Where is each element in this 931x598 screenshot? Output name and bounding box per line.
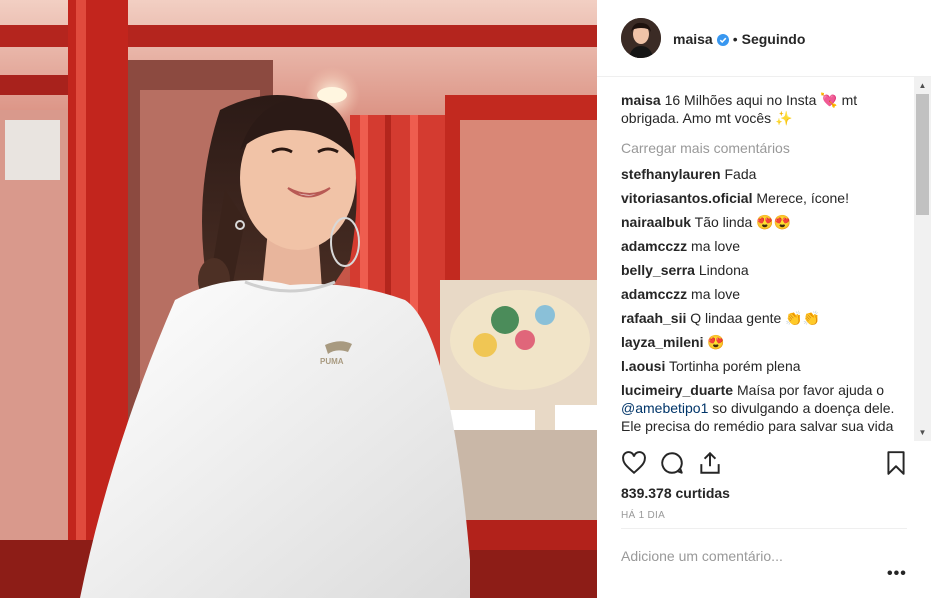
scroll-down-arrow-icon[interactable]: ▼ [914,424,931,441]
instagram-post: PUMA maisa • Seguindo maisa 16 Milhões a… [0,0,931,598]
caption: maisa 16 Milhões aqui no Insta 💘 mt obri… [621,91,907,127]
bookmark-icon[interactable] [883,450,909,476]
post-timestamp[interactable]: HÁ 1 DIA [621,510,665,521]
comment-username[interactable]: lucimeiry_duarte [621,382,733,398]
photo-illustration: PUMA [0,0,597,598]
scroll-up-arrow-icon[interactable]: ▲ [914,77,931,94]
comment: rafaah_sii Q lindaa gente 👏👏 [621,309,907,327]
comment-text: Tão linda 😍😍 [694,214,792,230]
comment-username[interactable]: stefhanylauren [621,166,721,182]
comment-text: ma love [691,286,741,302]
header-separator: • [732,31,738,47]
comment-text: Fada [724,166,757,182]
comment: vitoriasantos.oficial Merece, ícone! [621,189,907,207]
comment-text: Lindona [698,262,749,278]
comment-icon[interactable] [659,450,685,476]
verified-badge-icon [716,33,729,46]
comment-text: ma love [691,238,741,254]
following-button[interactable]: Seguindo [742,31,806,47]
header-username[interactable]: maisa [673,31,713,47]
avatar-picture [621,18,661,58]
comments-list: maisa 16 Milhões aqui no Insta 💘 mt obri… [621,77,907,441]
comment-text: Merece, ícone! [756,190,849,206]
avatar[interactable] [621,18,661,58]
comment-username[interactable]: layza_mileni [621,334,704,350]
comment: nairaalbuk Tão linda 😍😍 [621,213,907,231]
svg-text:PUMA: PUMA [320,357,344,366]
comment-username[interactable]: vitoriasantos.oficial [621,190,752,206]
comment-text: 😍 [707,334,725,350]
action-bar [621,450,911,480]
post-header: maisa • Seguindo [597,0,931,77]
comment: belly_serra Lindona [621,261,907,279]
divider [621,528,907,529]
load-more-comments-button[interactable]: Carregar mais comentários [621,139,907,157]
comment-username[interactable]: maisa [621,92,661,108]
comment-text: Q lindaa gente 👏👏 [690,310,821,326]
header-text: maisa • Seguindo [673,31,805,47]
comment-username[interactable]: belly_serra [621,262,695,278]
comment: lucimeiry_duarte Maísa por favor ajuda o… [621,381,907,435]
heart-icon[interactable] [621,450,647,476]
comment-username[interactable]: rafaah_sii [621,310,686,326]
comments-scrollbar[interactable]: ▲ ▼ [914,77,931,441]
comment-username[interactable]: l.aousi [621,358,665,374]
comment-text: Tortinha porém plena [669,358,801,374]
post-photo[interactable]: PUMA [0,0,597,598]
comment-text: Maísa por favor ajuda o [736,382,885,398]
add-comment-input[interactable]: Adicione um comentário... [621,548,783,564]
comment-username[interactable]: adamcczz [621,238,687,254]
comment: layza_mileni 😍 [621,333,907,351]
comment: stefhanylauren Fada [621,165,907,183]
comment-username[interactable]: adamcczz [621,286,687,302]
comment-username[interactable]: nairaalbuk [621,214,691,230]
scrollbar-thumb[interactable] [916,94,929,215]
share-icon[interactable] [697,450,723,476]
comment: adamcczz ma love [621,285,907,303]
more-options-icon[interactable]: ••• [887,565,907,583]
comment: adamcczz ma love [621,237,907,255]
comment: l.aousi Tortinha porém plena [621,357,907,375]
mention-link[interactable]: @amebetipo1 [621,400,708,416]
likes-count[interactable]: 839.378 curtidas [621,485,730,501]
post-details-panel: maisa • Seguindo maisa 16 Milhões aqui n… [597,0,931,598]
